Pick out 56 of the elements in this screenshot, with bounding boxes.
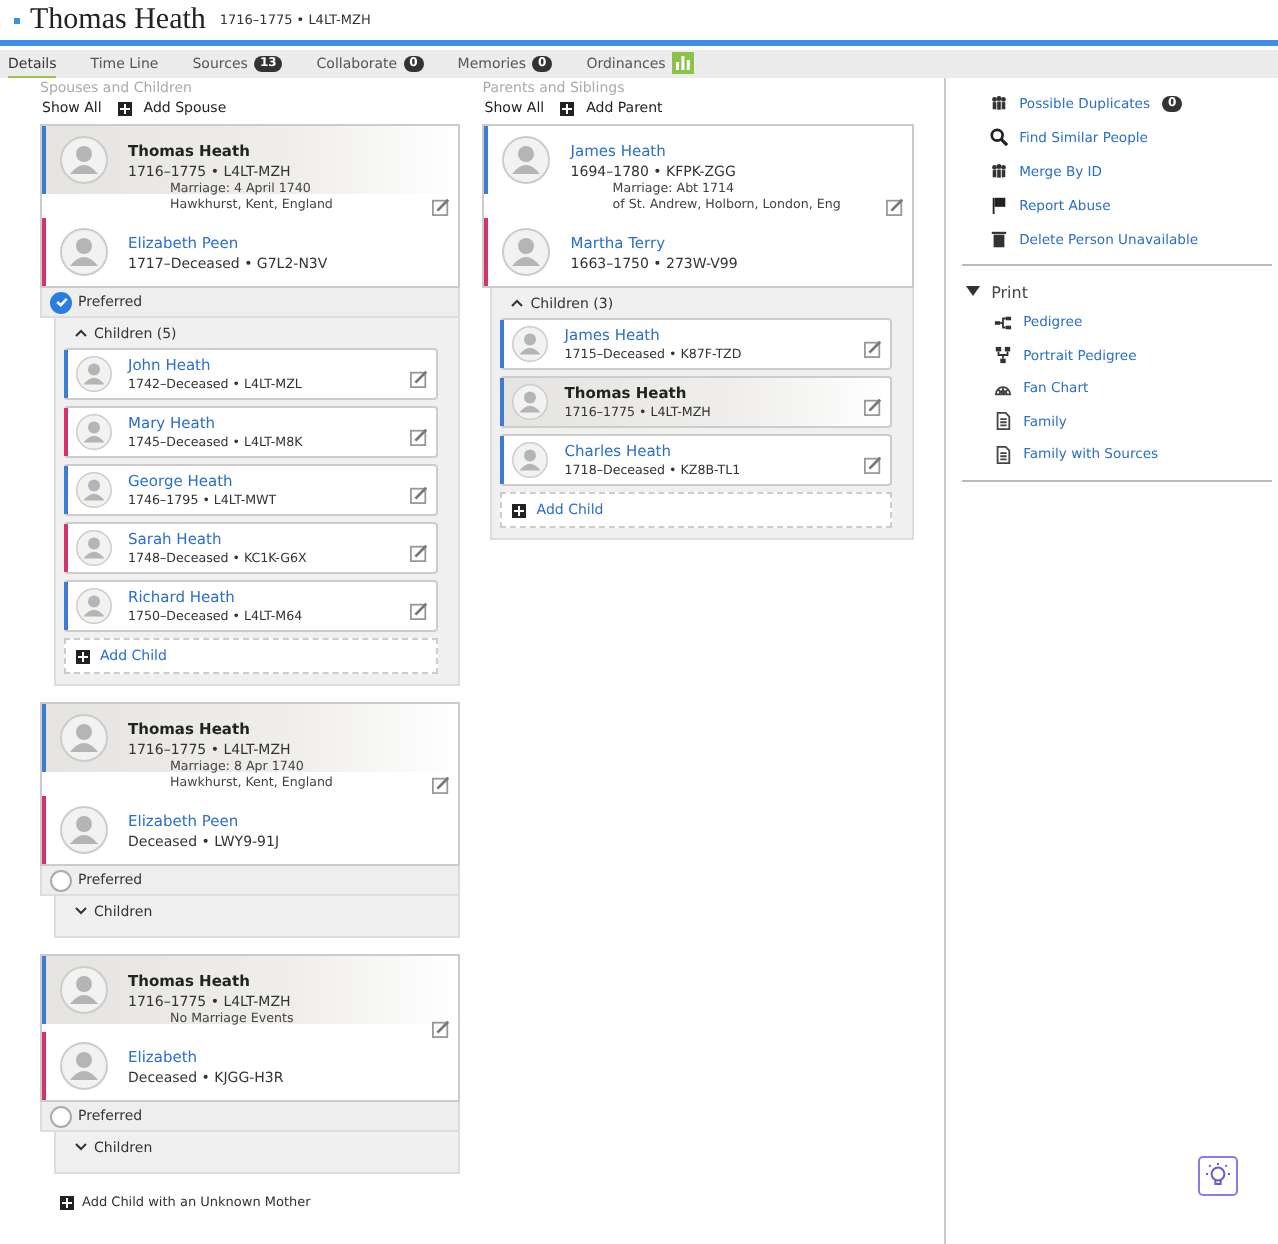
people-icon xyxy=(989,162,1008,180)
avatar-icon xyxy=(60,228,108,276)
avatar-icon xyxy=(512,326,549,362)
document-icon xyxy=(993,445,1012,464)
bar-chart-icon xyxy=(671,52,694,74)
tree-icon xyxy=(993,313,1012,332)
preferred-radio[interactable] xyxy=(50,291,72,313)
plus-icon xyxy=(60,1195,74,1209)
plus-icon xyxy=(512,503,527,517)
caret-icon xyxy=(510,298,525,308)
avatar-icon xyxy=(60,806,108,854)
avatar-icon xyxy=(502,136,551,184)
edit-icon[interactable] xyxy=(863,398,882,417)
caret-icon xyxy=(74,906,88,916)
avatar-icon xyxy=(60,966,108,1014)
caret-icon xyxy=(74,1142,88,1152)
edit-icon[interactable] xyxy=(432,776,451,794)
plus-icon xyxy=(76,649,90,663)
avatar-icon xyxy=(502,228,551,276)
edit-icon[interactable] xyxy=(410,486,429,505)
plus-icon xyxy=(117,101,132,115)
caret-icon xyxy=(965,286,980,298)
edit-icon[interactable] xyxy=(410,370,429,389)
avatar-icon xyxy=(76,588,112,624)
avatar-icon xyxy=(512,384,549,420)
edit-icon[interactable] xyxy=(432,1020,451,1038)
edit-icon[interactable] xyxy=(863,456,882,475)
edit-icon[interactable] xyxy=(410,602,429,621)
avatar-icon xyxy=(512,442,549,478)
avatar-icon xyxy=(76,414,112,450)
edit-icon[interactable] xyxy=(410,544,429,563)
edit-icon[interactable] xyxy=(432,198,451,216)
tree-icon xyxy=(993,346,1012,365)
search-icon xyxy=(989,128,1008,146)
print-toggle[interactable]: Print xyxy=(945,278,1278,306)
person-name: Thomas Heath xyxy=(30,3,206,37)
lightbulb-icon[interactable] xyxy=(1197,1156,1238,1196)
avatar-icon xyxy=(76,530,112,566)
avatar-icon xyxy=(60,136,108,184)
header-marker xyxy=(14,17,20,23)
plus-icon xyxy=(560,101,575,115)
preferred-radio[interactable] xyxy=(50,1105,72,1127)
avatar-icon xyxy=(60,714,108,762)
preferred-radio[interactable] xyxy=(50,869,72,891)
edit-icon[interactable] xyxy=(885,198,904,216)
avatar-icon xyxy=(60,1042,108,1090)
people-icon xyxy=(989,94,1008,112)
checkmark-icon xyxy=(53,294,69,310)
avatar-icon xyxy=(76,356,112,392)
edit-icon[interactable] xyxy=(410,428,429,447)
caret-icon xyxy=(74,328,88,338)
trash-icon xyxy=(989,230,1008,248)
flag-icon xyxy=(989,196,1008,214)
document-icon xyxy=(993,412,1012,431)
avatar-icon xyxy=(76,472,112,508)
edit-icon[interactable] xyxy=(863,340,882,359)
